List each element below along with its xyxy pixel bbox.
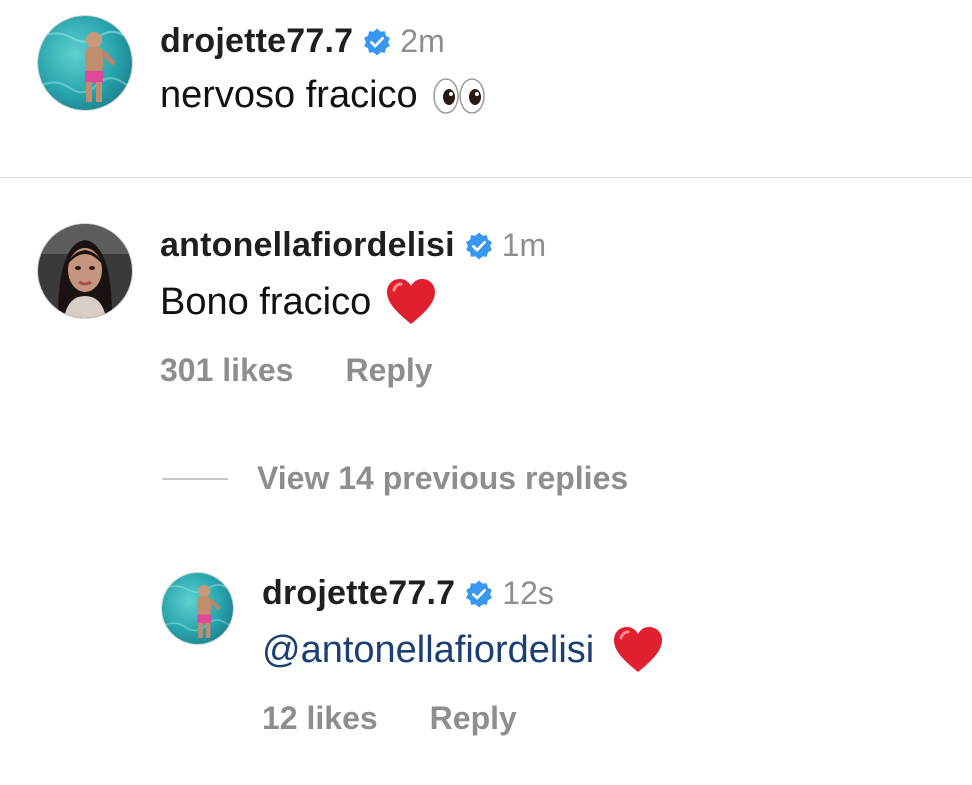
reply-button[interactable]: Reply [430, 700, 517, 737]
view-previous-replies-label: View 14 previous replies [257, 460, 629, 496]
comment-body: Bono fracico [160, 280, 372, 323]
comment-meta: 301 likes Reply [160, 352, 433, 389]
reply-text: @antonellafiordelisi [262, 626, 664, 674]
avatar[interactable] [37, 15, 133, 111]
verified-badge-icon [464, 579, 494, 609]
eyes-emoji-icon [432, 75, 486, 117]
username[interactable]: drojette77.7 [160, 22, 353, 61]
verified-badge-icon [362, 27, 392, 57]
red-heart-emoji-icon [385, 278, 437, 326]
username[interactable]: drojette77.7 [262, 574, 455, 613]
likes-count[interactable]: 12 likes [262, 700, 378, 737]
timestamp: 2m [400, 23, 445, 59]
comment-body: nervoso fracico [160, 74, 418, 116]
avatar-image-pool [162, 573, 233, 644]
comment-text: nervoso fracico [160, 74, 486, 117]
verified-badge-icon [464, 231, 494, 261]
timestamp: 12s [502, 575, 554, 611]
likes-count[interactable]: 301 likes [160, 352, 293, 389]
reply-header: drojette77.7 12s [262, 574, 554, 613]
avatar[interactable] [37, 223, 133, 319]
reply-button[interactable]: Reply [345, 352, 432, 389]
thread-line [162, 477, 228, 480]
comment-divider [0, 177, 972, 178]
mention-link[interactable]: @antonellafiordelisi [262, 629, 594, 672]
comment-header: drojette77.7 2m [160, 22, 445, 61]
timestamp: 1m [501, 227, 547, 263]
red-heart-emoji-icon [612, 626, 664, 674]
comments-screen: drojette77.7 2m nervoso fracico antonell… [0, 0, 972, 785]
comment-header: antonellafiordelisi 1m [160, 226, 546, 265]
avatar-image-pool [38, 16, 132, 110]
reply-meta: 12 likes Reply [262, 700, 517, 737]
avatar[interactable] [161, 572, 234, 645]
comment-text: Bono fracico [160, 278, 437, 326]
view-previous-replies-button[interactable]: View 14 previous replies [162, 460, 628, 497]
avatar-image-portrait [38, 224, 132, 318]
username[interactable]: antonellafiordelisi [160, 226, 455, 265]
